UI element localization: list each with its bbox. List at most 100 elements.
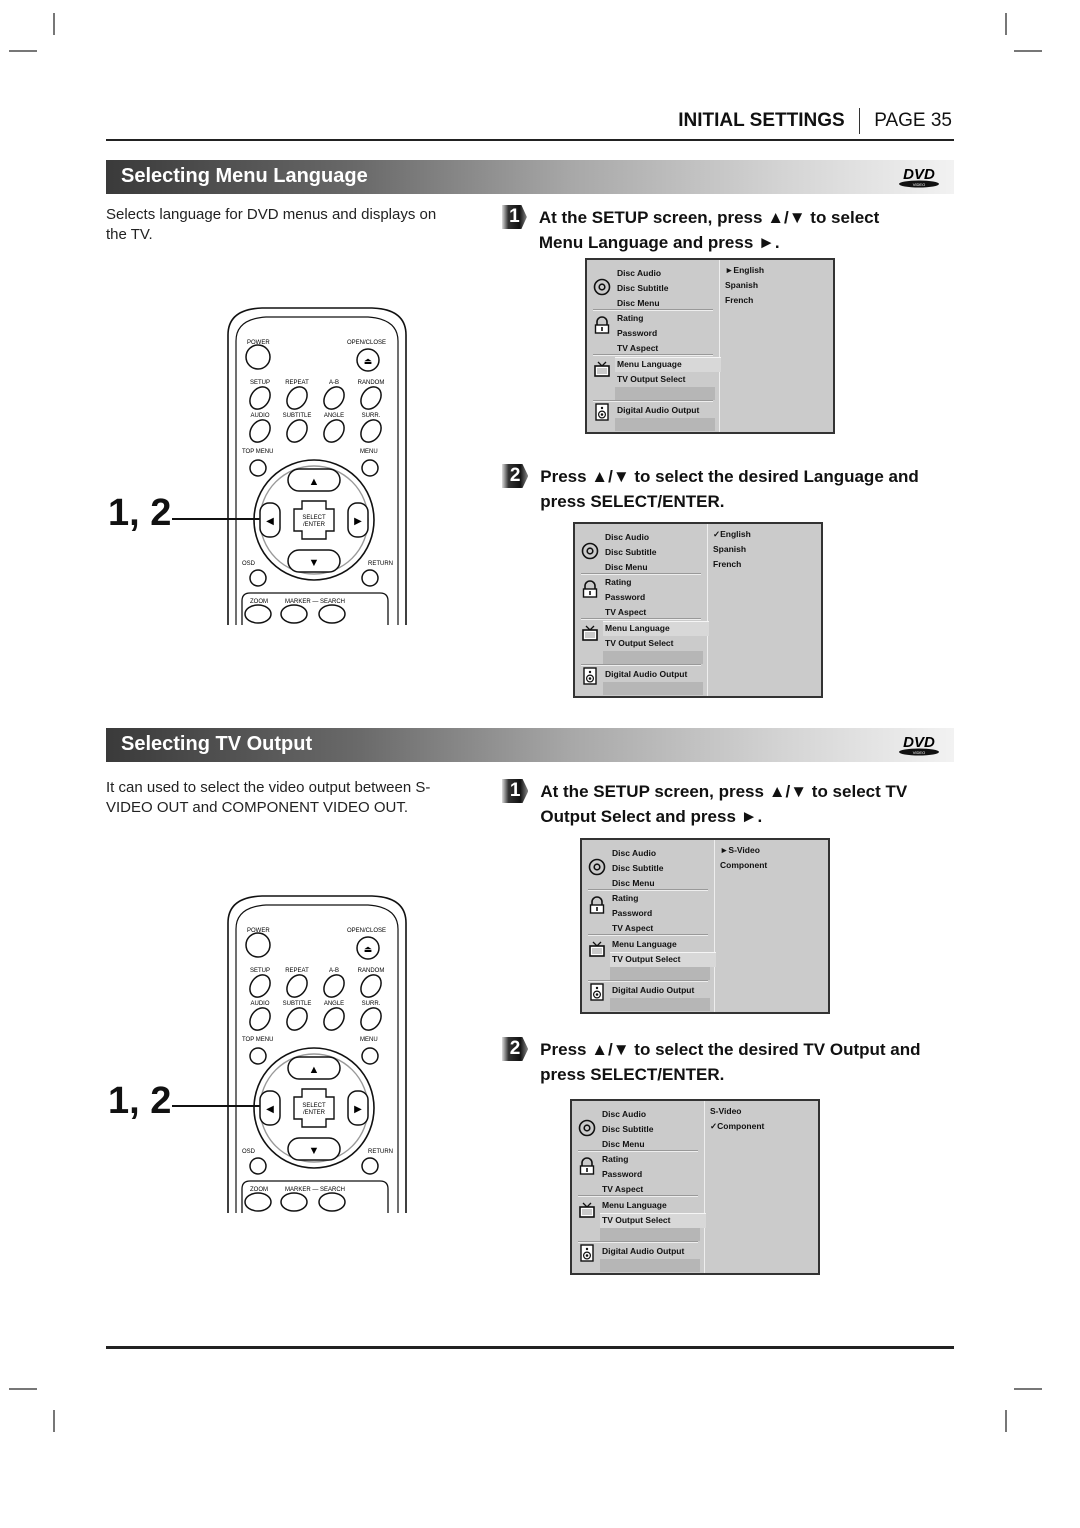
section-title-band: Selecting Menu Language DVD VIDEO bbox=[106, 160, 954, 194]
marker-button[interactable] bbox=[280, 604, 308, 624]
menu-item[interactable]: Disc Audio bbox=[605, 532, 649, 542]
crop-mark bbox=[9, 1388, 37, 1390]
marker-button[interactable] bbox=[280, 1192, 308, 1212]
menu-item[interactable]: TV Aspect bbox=[605, 607, 646, 617]
menu-item[interactable]: TV Output Select bbox=[617, 374, 685, 384]
remote-button[interactable] bbox=[320, 383, 349, 413]
menu-button[interactable] bbox=[361, 1047, 379, 1065]
search-button[interactable] bbox=[318, 1192, 346, 1212]
menu-item[interactable]: Digital Audio Output bbox=[617, 405, 699, 415]
svg-text:DVD: DVD bbox=[903, 166, 935, 183]
zoom-button[interactable] bbox=[244, 604, 272, 624]
left-arrow-icon: ◀ bbox=[266, 516, 274, 527]
power-button[interactable] bbox=[245, 932, 271, 958]
top-menu-button[interactable] bbox=[249, 459, 267, 477]
menu-item[interactable]: Disc Audio bbox=[612, 848, 656, 858]
speaker-icon bbox=[595, 403, 609, 421]
remote-button[interactable] bbox=[320, 971, 349, 1001]
svg-text:DVD: DVD bbox=[903, 734, 935, 751]
return-button[interactable] bbox=[361, 569, 379, 587]
menu-item[interactable]: Disc Menu bbox=[617, 298, 660, 308]
remote-button[interactable] bbox=[246, 383, 275, 413]
setup-menu-screen: Disc Audio Disc Subtitle Disc Menu Rating Pa… bbox=[573, 522, 823, 698]
remote-button[interactable] bbox=[283, 1004, 312, 1034]
menu-item[interactable]: Password bbox=[612, 908, 652, 918]
remote-button[interactable] bbox=[320, 1004, 349, 1034]
step-number-badge: 1 bbox=[502, 779, 529, 803]
menu-item[interactable]: Disc Menu bbox=[612, 878, 655, 888]
menu-option[interactable]: Spanish bbox=[725, 280, 758, 290]
menu-item[interactable]: Rating bbox=[602, 1154, 628, 1164]
menu-item[interactable]: Rating bbox=[617, 313, 643, 323]
menu-item[interactable]: Disc Subtitle bbox=[602, 1124, 653, 1134]
menu-item[interactable]: Digital Audio Output bbox=[612, 985, 694, 995]
menu-item[interactable]: TV Aspect bbox=[612, 923, 653, 933]
menu-item[interactable]: Password bbox=[605, 592, 645, 602]
menu-item[interactable]: Menu Language bbox=[605, 623, 670, 633]
menu-item[interactable]: TV Aspect bbox=[602, 1184, 643, 1194]
remote-button[interactable] bbox=[283, 416, 312, 446]
top-menu-button[interactable] bbox=[249, 1047, 267, 1065]
menu-option[interactable]: ✓Component bbox=[710, 1121, 764, 1132]
menu-item[interactable]: Rating bbox=[605, 577, 631, 587]
osd-button[interactable] bbox=[249, 1157, 267, 1175]
menu-item[interactable]: Disc Audio bbox=[602, 1109, 646, 1119]
menu-option[interactable]: Spanish bbox=[713, 544, 746, 554]
osd-button[interactable] bbox=[249, 569, 267, 587]
remote-button[interactable] bbox=[357, 383, 386, 413]
menu-option[interactable]: ►English bbox=[725, 265, 764, 275]
menu-button[interactable] bbox=[361, 459, 379, 477]
zoom-button[interactable] bbox=[244, 1192, 272, 1212]
remote-button[interactable] bbox=[357, 416, 386, 446]
power-button[interactable] bbox=[245, 344, 271, 370]
tv-icon bbox=[594, 361, 610, 377]
return-button[interactable] bbox=[361, 1157, 379, 1175]
remote-button[interactable] bbox=[320, 416, 349, 446]
menu-option[interactable]: French bbox=[725, 295, 753, 305]
speaker-icon bbox=[590, 983, 604, 1001]
top-menu-label: TOP MENU bbox=[242, 1037, 273, 1043]
menu-item[interactable]: Digital Audio Output bbox=[605, 669, 687, 679]
menu-item[interactable]: Disc Menu bbox=[605, 562, 648, 572]
empty-slot bbox=[610, 967, 710, 980]
menu-item[interactable]: Disc Subtitle bbox=[617, 283, 668, 293]
remote-button[interactable] bbox=[357, 1004, 386, 1034]
menu-item[interactable]: TV Aspect bbox=[617, 343, 658, 353]
menu-item[interactable]: TV Output Select bbox=[605, 638, 673, 648]
button-label: SURR. bbox=[362, 1001, 381, 1007]
menu-item[interactable]: TV Output Select bbox=[612, 954, 680, 964]
osd-label: OSD bbox=[242, 1149, 256, 1155]
menu-option[interactable]: S-Video bbox=[710, 1106, 742, 1116]
step-1: 1 At the SETUP screen, press ▲/▼ to sele… bbox=[502, 205, 922, 255]
menu-option[interactable]: ✓English bbox=[713, 529, 751, 540]
menu-item[interactable]: Disc Audio bbox=[617, 268, 661, 278]
remote-button[interactable] bbox=[357, 971, 386, 1001]
menu-item[interactable]: TV Output Select bbox=[602, 1215, 670, 1225]
up-arrow-icon: ▲ bbox=[309, 1064, 320, 1076]
menu-item[interactable]: Digital Audio Output bbox=[602, 1246, 684, 1256]
menu-item[interactable]: Disc Subtitle bbox=[605, 547, 656, 557]
eject-icon: ⏏ bbox=[364, 944, 373, 954]
menu-item[interactable]: Password bbox=[617, 328, 657, 338]
menu-option[interactable]: French bbox=[713, 559, 741, 569]
remote-button[interactable] bbox=[246, 416, 275, 446]
menu-label: MENU bbox=[360, 449, 378, 455]
button-label: AUDIO bbox=[250, 1001, 269, 1007]
remote-button[interactable] bbox=[246, 971, 275, 1001]
menu-option[interactable]: Component bbox=[720, 860, 767, 870]
remote-button[interactable] bbox=[246, 1004, 275, 1034]
menu-item[interactable]: Menu Language bbox=[602, 1200, 667, 1210]
menu-item[interactable]: Password bbox=[602, 1169, 642, 1179]
menu-item[interactable]: Disc Subtitle bbox=[612, 863, 663, 873]
menu-item[interactable]: Disc Menu bbox=[602, 1139, 645, 1149]
search-button[interactable] bbox=[318, 604, 346, 624]
menu-option[interactable]: ►S-Video bbox=[720, 845, 760, 855]
menu-item[interactable]: Menu Language bbox=[617, 359, 682, 369]
remote-button[interactable] bbox=[283, 971, 312, 1001]
button-label: ANGLE bbox=[324, 1001, 344, 1007]
empty-slot bbox=[615, 418, 715, 431]
remote-button[interactable] bbox=[283, 383, 312, 413]
menu-item[interactable]: Menu Language bbox=[612, 939, 677, 949]
empty-slot bbox=[615, 387, 715, 400]
menu-item[interactable]: Rating bbox=[612, 893, 638, 903]
